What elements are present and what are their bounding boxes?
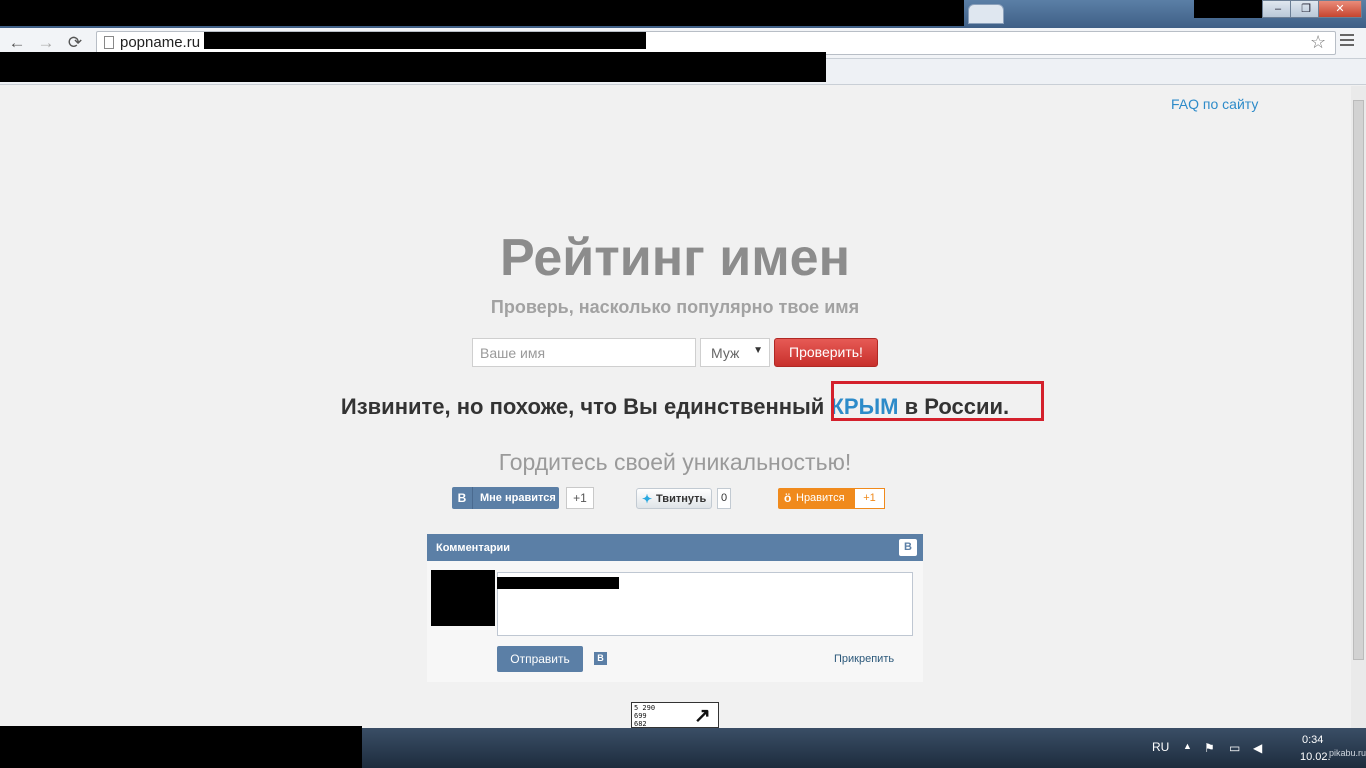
odnoklassniki-icon: ӧ <box>784 491 792 505</box>
clock-time[interactable]: 0:34 <box>1302 734 1323 746</box>
result-prefix: Извините, но похоже, что Вы единственный <box>340 394 825 419</box>
page-subtitle: Проверь, насколько популярно твое имя <box>490 297 860 317</box>
redacted-bookmarks <box>0 52 826 82</box>
attach-link[interactable]: Прикрепить <box>834 653 894 665</box>
tweet-label: Твитнуть <box>656 493 707 505</box>
avatar <box>431 570 495 626</box>
twitter-bird-icon: ✦ <box>642 492 653 506</box>
clock-date[interactable]: 10.02. <box>1300 751 1331 763</box>
scrollbar-thumb[interactable] <box>1353 100 1364 660</box>
tray-arrow-icon[interactable]: ▲ <box>1183 741 1192 751</box>
network-icon[interactable]: ▭ <box>1229 741 1240 755</box>
vk-like-label: Мне нравится <box>480 492 556 504</box>
highlight-box <box>831 381 1044 421</box>
redacted-url <box>204 32 646 49</box>
page-title: Рейтинг имен <box>500 229 850 287</box>
ok-like-count: +1 <box>854 488 885 509</box>
arrow-up-right-icon: ↗ <box>694 705 711 727</box>
gender-select[interactable]: Муж ▼ <box>700 338 770 367</box>
ok-like-label: Нравится <box>796 492 845 504</box>
watermark: pikabu.ru <box>1329 748 1366 758</box>
result-message: Извините, но похоже, что Вы единственный… <box>0 394 1350 420</box>
comments-title: Комментарии <box>436 542 511 554</box>
comments-header: Комментарии <box>427 534 923 561</box>
vk-like-button[interactable]: B Мне нравится <box>452 487 559 509</box>
chevron-down-icon: ▼ <box>753 345 763 356</box>
ok-like-button[interactable]: ӧ Нравится <box>778 488 854 509</box>
tweet-button[interactable]: ✦ Твитнуть <box>636 488 712 509</box>
name-input[interactable] <box>472 338 696 367</box>
check-button[interactable]: Проверить! <box>774 338 878 367</box>
new-tab-button[interactable] <box>968 4 1004 24</box>
vk-like-count: +1 <box>566 487 594 509</box>
redacted-tab-area <box>0 0 964 26</box>
url-text[interactable]: popname.ru <box>120 34 200 51</box>
back-icon[interactable]: ← <box>6 32 28 54</box>
close-window-button[interactable]: ✕ <box>1318 0 1362 18</box>
counter-values: 5 290 699 682 <box>634 704 656 728</box>
forward-icon[interactable]: → <box>35 32 57 54</box>
vk-logo-icon[interactable]: B <box>899 539 917 556</box>
page-icon <box>104 36 114 49</box>
tweet-count: 0 <box>717 488 731 509</box>
redacted-area <box>1194 0 1262 18</box>
faq-link[interactable]: FAQ по сайту <box>1171 96 1258 112</box>
vk-logo-icon: B <box>452 487 473 509</box>
flag-icon[interactable]: ⚑ <box>1204 741 1215 755</box>
language-indicator[interactable]: RU <box>1152 740 1169 754</box>
reload-icon[interactable]: ⟳ <box>64 32 86 54</box>
send-comment-button[interactable]: Отправить <box>497 646 583 672</box>
gender-select-value: Муж <box>711 345 740 361</box>
volume-icon[interactable]: ◀ <box>1253 741 1262 755</box>
menu-icon[interactable] <box>1340 34 1354 49</box>
pride-text: Гордитесь своей уникальностью! <box>498 449 852 475</box>
redacted-comment-text <box>497 577 619 589</box>
redacted-taskbar <box>0 726 362 768</box>
vk-logo-icon[interactable]: B <box>594 652 607 665</box>
bookmark-star-icon[interactable]: ☆ <box>1310 32 1326 53</box>
